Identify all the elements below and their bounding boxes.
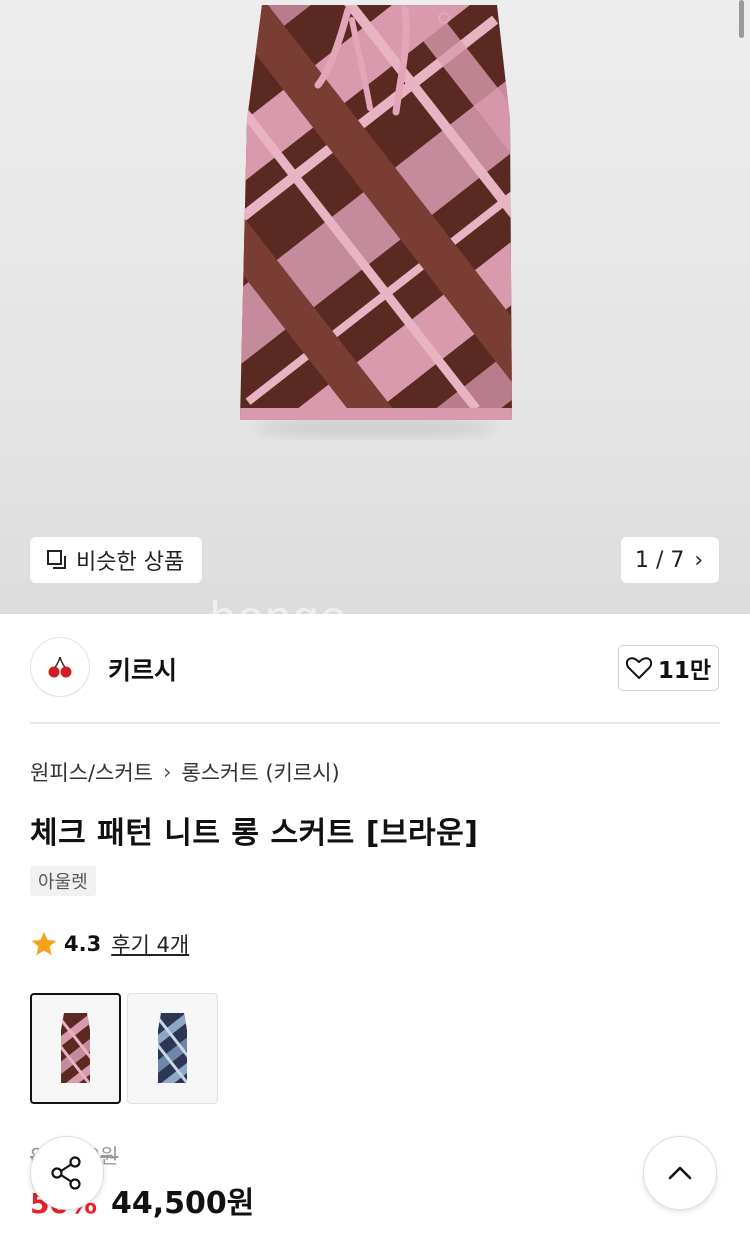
heart-icon: [625, 657, 652, 679]
breadcrumb: 원피스/스커트 › 롱스커트 (키르시): [30, 757, 340, 787]
product-image: [240, 5, 512, 438]
rating-score: 4.3: [64, 932, 102, 956]
breadcrumb-subcategory[interactable]: 롱스커트 (키르시): [181, 757, 339, 787]
variant-thumbnail-brown[interactable]: [30, 993, 121, 1104]
variant-thumbnail-navy[interactable]: [127, 993, 218, 1104]
chevron-right-icon: ›: [694, 547, 704, 573]
image-counter: 1 / 7: [635, 547, 685, 573]
watermark: bongo: [210, 590, 348, 614]
like-button[interactable]: 11만: [618, 645, 719, 691]
rating-row: 4.3 후기 4개: [30, 929, 189, 959]
scrollbar[interactable]: [739, 0, 744, 38]
breadcrumb-category[interactable]: 원피스/스커트: [30, 757, 153, 787]
chevron-up-icon: [668, 1166, 692, 1180]
share-icon: [51, 1156, 81, 1190]
scroll-top-button[interactable]: [643, 1136, 717, 1210]
image-counter-button[interactable]: 1 / 7 ›: [621, 537, 719, 583]
like-count: 11만: [657, 658, 712, 684]
product-title: 체크 패턴 니트 롱 스커트 [브라운]: [30, 816, 479, 851]
brand-logo[interactable]: [30, 637, 90, 697]
variant-image: [61, 1013, 90, 1083]
divider: [30, 722, 720, 724]
reviews-link[interactable]: 후기 4개: [111, 929, 189, 959]
share-button[interactable]: [30, 1136, 104, 1210]
cherry-icon: [48, 656, 72, 678]
brand-row: 키르시 11만: [30, 637, 720, 699]
brand-name[interactable]: 키르시: [108, 651, 177, 687]
variant-image: [158, 1013, 187, 1083]
copy-icon: [47, 550, 66, 569]
similar-products-label: 비슷한 상품: [76, 550, 185, 575]
outlet-badge: 아울렛: [30, 866, 96, 896]
sale-price: 44,500원: [111, 1186, 255, 1221]
similar-products-button[interactable]: 비슷한 상품: [30, 537, 202, 583]
product-image-gallery[interactable]: bongo 비슷한 상품 1 / 7 ›: [0, 0, 750, 614]
chevron-right-icon: ›: [163, 760, 172, 784]
star-icon: [31, 931, 57, 956]
